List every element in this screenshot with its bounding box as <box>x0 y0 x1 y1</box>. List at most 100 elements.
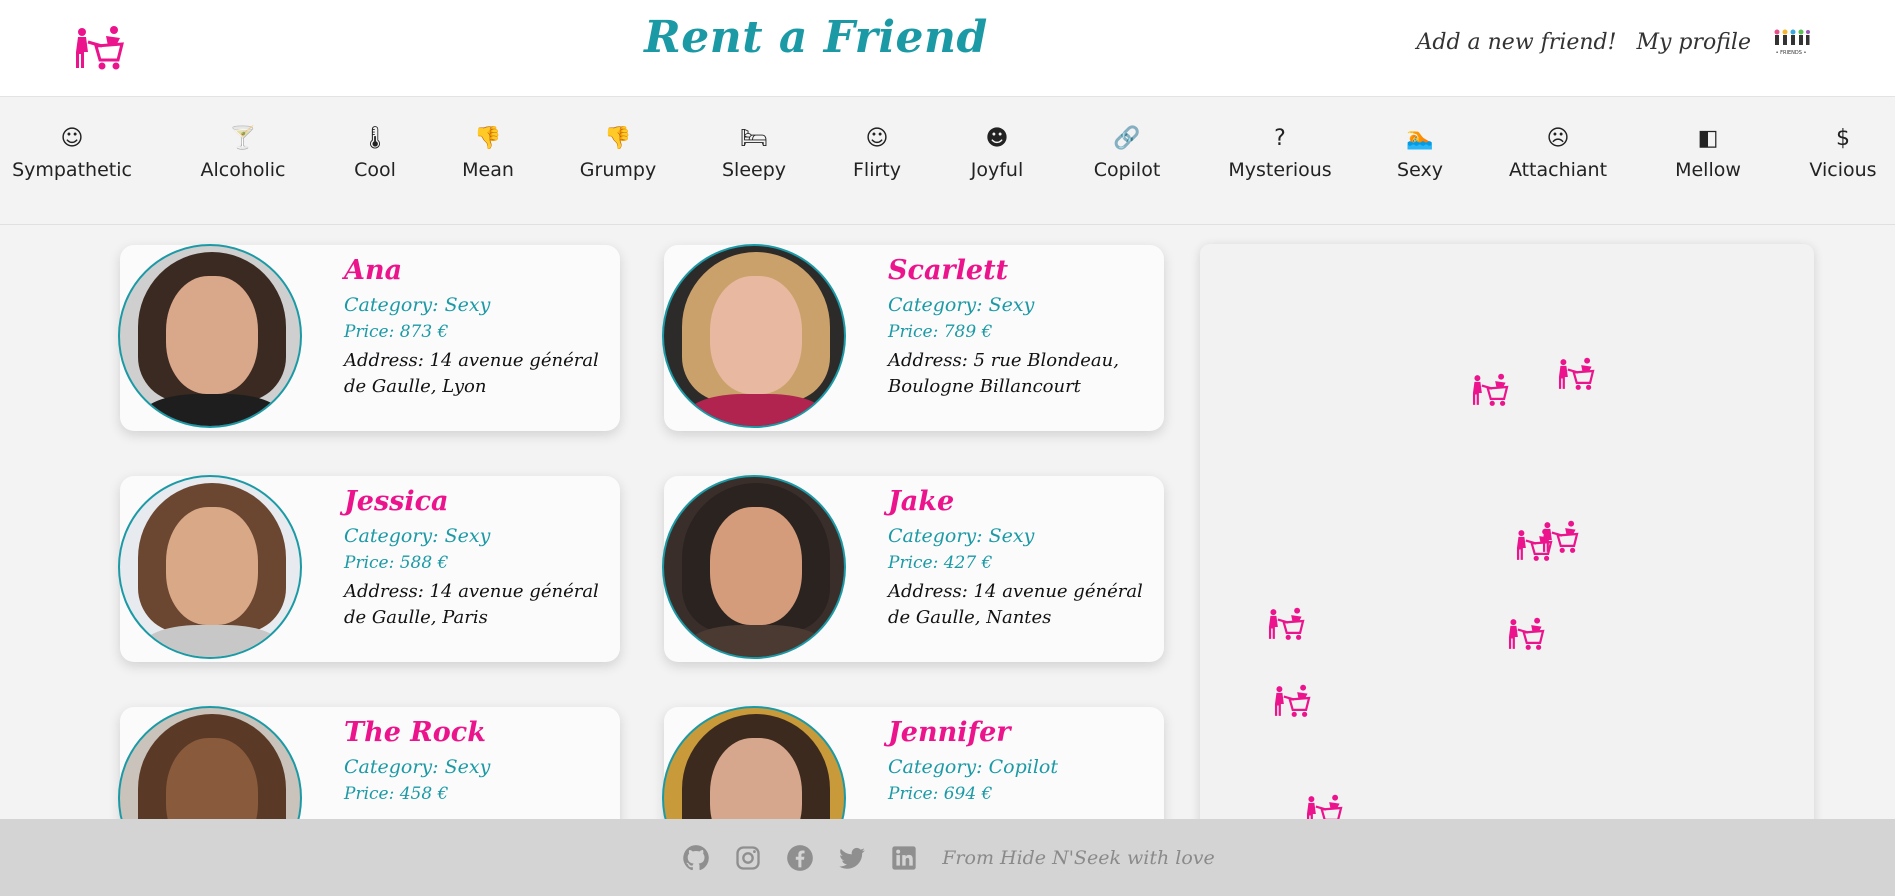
thumbs-down-icon: 👎 <box>604 126 632 151</box>
category-label: Mellow <box>1675 159 1741 181</box>
category-label: Sympathetic <box>12 159 132 181</box>
toggle-icon: ◧ <box>1697 126 1719 151</box>
map-marker-friend-cart-icon[interactable] <box>1470 372 1510 412</box>
footer-credit: From Hide N'Seek with love <box>942 846 1215 869</box>
category-copilot[interactable]: 🔗 Copilot <box>1093 126 1161 182</box>
category-mysterious[interactable]: ? Mysterious <box>1228 126 1332 182</box>
navbar: Rent a Friend Add a new friend! My profi… <box>0 0 1895 97</box>
category-bar: ☺ Sympathetic 🍸 Alcoholic 🌡 Cool 👎 Mean 👎 Grumpy 🛏… <box>0 97 1895 225</box>
category-label: Joyful <box>970 159 1024 181</box>
friend-category: Category: Sexy <box>888 525 1035 547</box>
category-mellow[interactable]: ◧ Mellow <box>1675 126 1741 182</box>
thumbs-down-icon: 👎 <box>474 126 502 151</box>
category-label: Attachiant <box>1508 159 1608 181</box>
map-marker-friend-cart-icon[interactable] <box>1556 356 1596 396</box>
map-marker-friend-cart-icon[interactable] <box>1272 683 1312 723</box>
friend-info: Jennifer Category: Copilot Price: 694 € <box>888 717 1150 810</box>
map-marker-friend-cart-icon[interactable] <box>1506 616 1546 656</box>
thermometer-icon: 🌡 <box>361 126 389 151</box>
friend-name[interactable]: The Rock <box>344 717 606 748</box>
footer: From Hide N'Seek with love <box>0 819 1895 896</box>
category-label: Cool <box>354 159 396 181</box>
category-label: Copilot <box>1093 159 1161 181</box>
friend-address: Address: 14 avenue général de Gaulle, Pa… <box>344 581 599 628</box>
category-label: Grumpy <box>579 159 657 181</box>
category-grumpy[interactable]: 👎 Grumpy <box>579 126 657 182</box>
profile-avatar-icon[interactable]: • FRIENDS • <box>1771 26 1811 58</box>
friend-address: Address: 14 avenue général de Gaulle, Na… <box>888 581 1143 628</box>
friend-info: The Rock Category: Sexy Price: 458 € <box>344 717 606 810</box>
friends-map[interactable] <box>1200 244 1814 844</box>
link-icon: 🔗 <box>1113 126 1141 151</box>
category-cool[interactable]: 🌡 Cool <box>354 126 396 182</box>
friend-price: Price: 873 € <box>344 322 449 342</box>
friend-category: Category: Sexy <box>888 294 1035 316</box>
friend-price: Price: 789 € <box>888 322 993 342</box>
bed-icon: 🛏 <box>740 126 768 151</box>
category-alcoholic[interactable]: 🍸 Alcoholic <box>200 126 286 182</box>
friend-price: Price: 588 € <box>344 553 449 573</box>
category-sexy[interactable]: 🏊 Sexy <box>1397 126 1443 182</box>
friend-photo <box>662 475 846 659</box>
category-label: Mysterious <box>1228 159 1332 181</box>
cocktail-icon: 🍸 <box>229 126 257 151</box>
svg-text:• FRIENDS •: • FRIENDS • <box>1776 50 1807 56</box>
friend-address: Address: 5 rue Blondeau, Boulogne Billan… <box>888 350 1119 397</box>
friend-category: Category: Sexy <box>344 294 491 316</box>
category-sleepy[interactable]: 🛏 Sleepy <box>721 126 787 182</box>
map-marker-friend-cart-icon[interactable] <box>1266 606 1306 646</box>
facebook-icon[interactable] <box>784 842 816 874</box>
friend-photo <box>118 475 302 659</box>
friend-name[interactable]: Scarlett <box>888 255 1150 286</box>
grin-icon: ☻ <box>985 126 1009 151</box>
smile-icon: ☺ <box>60 126 84 151</box>
frown-icon: ☹ <box>1546 126 1570 151</box>
friend-info: Jake Category: Sexy Price: 427 € Address: 1… <box>888 486 1150 631</box>
question-icon: ? <box>1274 126 1286 151</box>
category-label: Sleepy <box>721 159 787 181</box>
friend-photo <box>118 244 302 428</box>
category-attachiant[interactable]: ☹ Attachiant <box>1508 126 1608 182</box>
category-sympathetic[interactable]: ☺ Sympathetic <box>12 126 132 182</box>
linkedin-icon[interactable] <box>888 842 920 874</box>
friend-info: Scarlett Category: Sexy Price: 789 € Addres… <box>888 255 1150 400</box>
friend-category: Category: Sexy <box>344 525 491 547</box>
smile-icon: ☺ <box>865 126 889 151</box>
instagram-icon[interactable] <box>732 842 764 874</box>
friend-info: Jessica Category: Sexy Price: 588 € Address… <box>344 486 606 631</box>
friend-card-jessica[interactable]: Jessica Category: Sexy Price: 588 € Address… <box>118 475 620 662</box>
friend-name[interactable]: Jessica <box>344 486 606 517</box>
map-marker-friend-cart-icon[interactable] <box>1540 519 1580 559</box>
friend-card-jake[interactable]: Jake Category: Sexy Price: 427 € Address: 1… <box>662 475 1164 662</box>
category-flirty[interactable]: ☺ Flirty <box>853 126 901 182</box>
category-joyful[interactable]: ☻ Joyful <box>970 126 1024 182</box>
brand-title[interactable]: Rent a Friend <box>0 12 1632 63</box>
twitter-icon[interactable] <box>836 842 868 874</box>
friend-name[interactable]: Jake <box>888 486 1150 517</box>
friend-category: Category: Copilot <box>888 756 1058 778</box>
swimmer-icon: 🏊 <box>1406 126 1434 151</box>
category-label: Sexy <box>1397 159 1443 181</box>
friend-category: Category: Sexy <box>344 756 491 778</box>
friend-photo <box>662 244 846 428</box>
category-mean[interactable]: 👎 Mean <box>462 126 514 182</box>
friend-card-ana[interactable]: Ana Category: Sexy Price: 873 € Address: 14… <box>118 244 620 431</box>
github-icon[interactable] <box>680 842 712 874</box>
nav-links: Add a new friend! My profile • FRIENDS • <box>1416 26 1811 58</box>
dollar-icon: $ <box>1836 126 1850 151</box>
category-vicious[interactable]: $ Vicious <box>1809 126 1877 182</box>
category-label: Alcoholic <box>200 159 286 181</box>
friend-name[interactable]: Jennifer <box>888 717 1150 748</box>
add-new-friend-link[interactable]: Add a new friend! <box>1416 30 1616 55</box>
friend-name[interactable]: Ana <box>344 255 606 286</box>
category-label: Mean <box>462 159 514 181</box>
friend-price: Price: 458 € <box>344 784 449 804</box>
friend-info: Ana Category: Sexy Price: 873 € Address: 14… <box>344 255 606 400</box>
friend-card-scarlett[interactable]: Scarlett Category: Sexy Price: 789 € Addres… <box>662 244 1164 431</box>
friend-price: Price: 694 € <box>888 784 993 804</box>
my-profile-link[interactable]: My profile <box>1636 30 1751 55</box>
category-label: Vicious <box>1809 159 1877 181</box>
category-label: Flirty <box>853 159 901 181</box>
friend-price: Price: 427 € <box>888 553 993 573</box>
friend-address: Address: 14 avenue général de Gaulle, Ly… <box>344 350 599 397</box>
